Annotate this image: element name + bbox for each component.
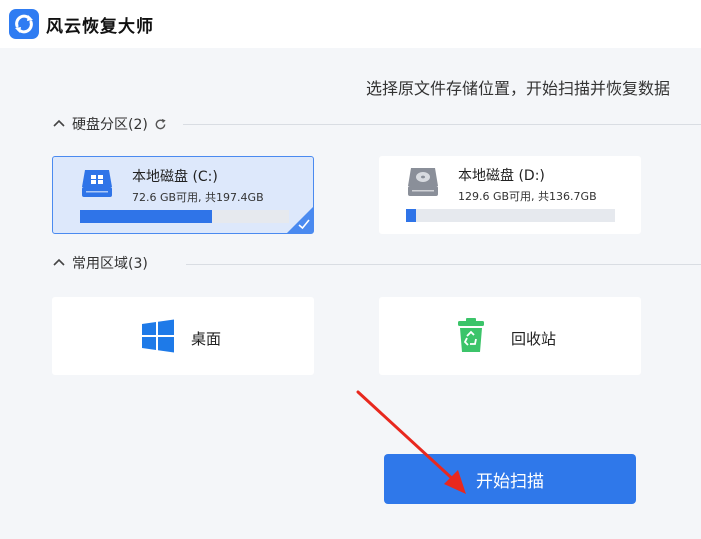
divider xyxy=(183,124,701,125)
section-header-disks[interactable]: 硬盘分区(2) xyxy=(52,114,167,134)
chevron-up-icon[interactable] xyxy=(52,256,66,270)
location-label: 桌面 xyxy=(191,330,222,348)
divider xyxy=(186,264,701,265)
drive-card-c[interactable]: 本地磁盘 (C:) 72.6 GB可用, 共197.4GB xyxy=(52,156,314,234)
section-label-common: 常用区域(3) xyxy=(72,256,148,272)
drive-usage-fill xyxy=(406,209,417,222)
drive-usage-bar xyxy=(406,209,615,222)
drive-name: 本地磁盘 (C:) xyxy=(132,169,218,185)
app-title: 风云恢复大师 xyxy=(46,17,154,37)
windows-icon xyxy=(142,319,174,353)
refresh-icon[interactable] xyxy=(154,118,167,131)
drive-size: 72.6 GB可用, 共197.4GB xyxy=(132,191,264,204)
hard-drive-icon xyxy=(408,168,438,196)
drive-usage-fill xyxy=(80,210,212,223)
app-logo-icon xyxy=(9,9,39,39)
chevron-up-icon[interactable] xyxy=(52,117,66,131)
location-card-recycle-bin[interactable]: 回收站 xyxy=(379,297,641,375)
title-bar: 风云恢复大师 xyxy=(0,0,701,48)
drive-size: 129.6 GB可用, 共136.7GB xyxy=(458,190,597,203)
drive-name: 本地磁盘 (D:) xyxy=(458,168,545,184)
system-drive-icon xyxy=(82,170,112,197)
section-header-common[interactable]: 常用区域(3) xyxy=(52,253,148,273)
drive-card-d[interactable]: 本地磁盘 (D:) 129.6 GB可用, 共136.7GB xyxy=(379,156,641,234)
checkmark-icon xyxy=(298,219,310,230)
instruction-text: 选择原文件存储位置，开始扫描并恢复数据 xyxy=(366,79,671,98)
drive-usage-bar xyxy=(80,210,289,223)
location-label: 回收站 xyxy=(511,330,557,348)
location-card-desktop[interactable]: 桌面 xyxy=(52,297,314,375)
start-scan-button[interactable]: 开始扫描 xyxy=(384,454,636,504)
recycle-bin-icon xyxy=(458,318,484,352)
section-label-disks: 硬盘分区(2) xyxy=(72,117,148,133)
